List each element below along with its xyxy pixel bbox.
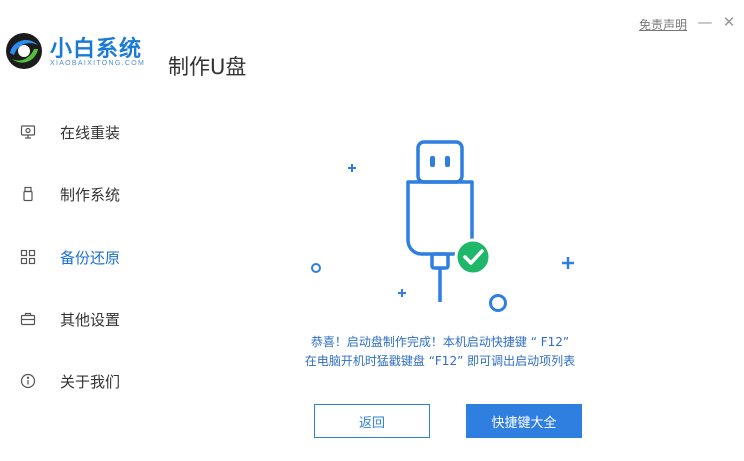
usb-drive-icon	[406, 140, 474, 302]
plus-icon	[562, 257, 574, 269]
sidebar-item-label: 其他设置	[60, 310, 121, 329]
sidebar-item-online-reinstall[interactable]: 在线重装	[18, 117, 148, 147]
usb-success-illustration	[311, 140, 574, 312]
plus-icon	[398, 289, 406, 297]
grid-icon	[18, 247, 38, 267]
ring-icon	[489, 294, 507, 312]
app-window: 小白系统 XIAOBAIXITONG.COM 制作U盘 免责声明 — ✕ 在线重…	[0, 0, 744, 461]
sidebar-item-other-settings[interactable]: 其他设置	[18, 304, 148, 334]
hotkeys-list-button[interactable]: 快捷键大全	[466, 404, 582, 438]
monitor-icon	[18, 122, 38, 142]
sidebar-item-label: 备份还原	[60, 248, 121, 267]
sidebar-item-label: 制作系统	[60, 185, 121, 204]
success-message-line2: 在电脑开机时猛戳键盘 “F12” 即可调出启动项列表	[304, 354, 576, 368]
info-icon	[18, 371, 38, 391]
sidebar-item-label: 在线重装	[60, 123, 121, 142]
usb-icon	[18, 184, 38, 204]
sidebar-item-make-system[interactable]: 制作系统	[18, 179, 148, 209]
briefcase-icon	[18, 309, 38, 329]
sidebar-item-backup-restore[interactable]: 备份还原	[18, 242, 148, 272]
plus-icon	[348, 164, 356, 172]
check-circle-icon	[454, 238, 492, 276]
close-button[interactable]: ✕	[720, 12, 738, 32]
back-button[interactable]: 返回	[314, 404, 430, 438]
logo-icon	[6, 33, 42, 69]
disclaimer-link[interactable]: 免责声明	[639, 16, 687, 33]
dot-icon	[311, 263, 321, 273]
sidebar-item-about-us[interactable]: 关于我们	[18, 366, 148, 396]
sidebar-item-label: 关于我们	[60, 372, 121, 391]
page-title: 制作U盘	[168, 55, 247, 79]
brand-subtitle: XIAOBAIXITONG.COM	[50, 60, 146, 67]
brand-name: 小白系统	[50, 37, 143, 62]
success-message-line1: 恭喜！启动盘制作完成！本机启动快捷键 “ F12”	[310, 335, 570, 349]
minimize-button[interactable]: —	[696, 12, 714, 32]
